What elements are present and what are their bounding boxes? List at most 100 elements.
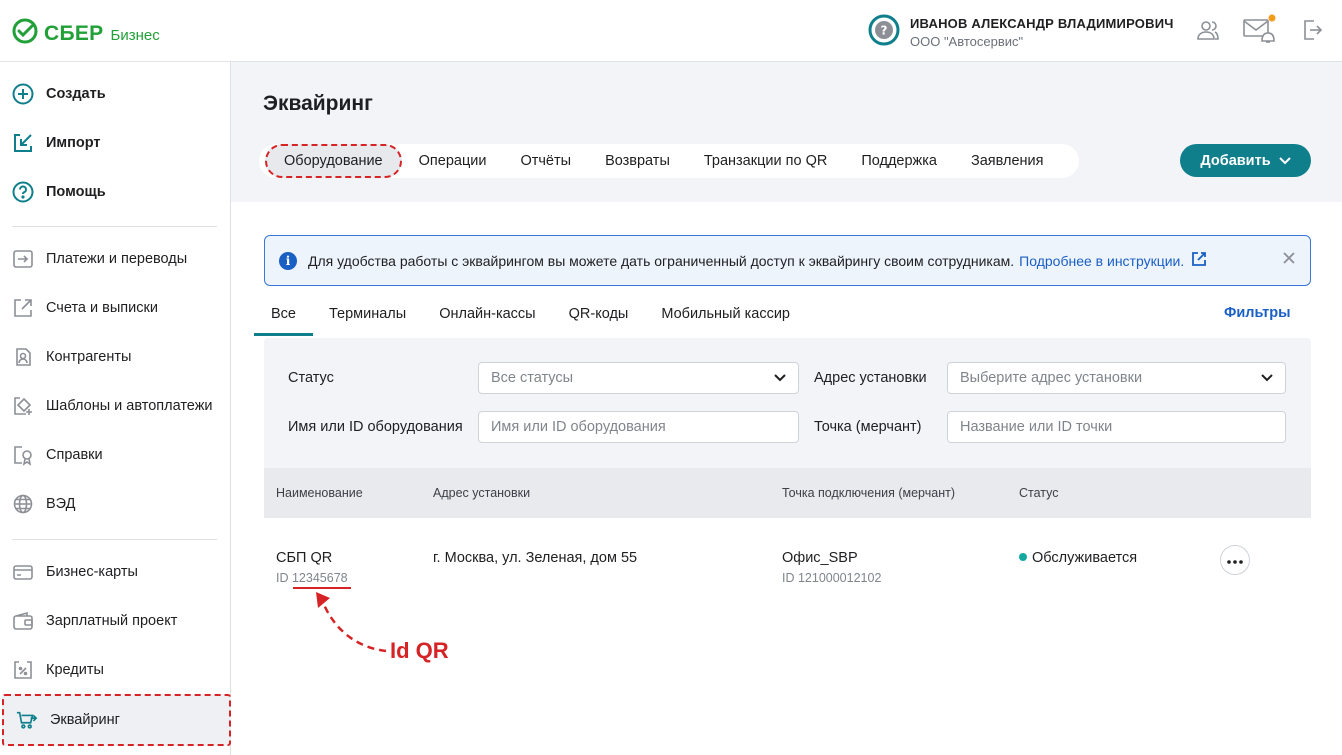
column-header-name: Наименование <box>276 486 363 500</box>
logo-subtext: Бизнес <box>110 26 160 44</box>
help-circle-icon: ? <box>868 14 900 51</box>
tab-support[interactable]: Поддержка <box>844 144 954 178</box>
annotation-label: Id QR <box>390 638 449 663</box>
address-select[interactable]: Выберите адрес установки <box>947 362 1286 394</box>
sidebar-item-label: Справки <box>46 447 103 463</box>
equipment-id-prefix: ID <box>276 571 289 585</box>
more-dots-icon <box>1227 551 1243 569</box>
page-header-band: Эквайринг Оборудование Операции Отчёты В… <box>231 62 1342 202</box>
subtab-online-registers[interactable]: Онлайн-кассы <box>439 294 535 336</box>
sidebar-item-statements[interactable]: Счета и выписки <box>0 288 230 328</box>
chevron-down-icon <box>774 370 786 386</box>
add-button[interactable]: Добавить <box>1180 144 1311 177</box>
merchant-input-placeholder: Название или ID точки <box>960 419 1113 435</box>
sber-business-logo[interactable]: СБЕР Бизнес <box>12 18 160 49</box>
address-cell: г. Москва, ул. Зеленая, дом 55 <box>433 550 638 566</box>
column-header-status: Статус <box>1019 486 1059 500</box>
sidebar-item-help[interactable]: Помощь <box>0 172 230 212</box>
sidebar-item-contractors[interactable]: Контрагенты <box>0 337 230 377</box>
svg-text:?: ? <box>881 24 888 38</box>
sidebar-item-templates[interactable]: Шаблоны и автоплатежи <box>0 386 230 426</box>
user-profile[interactable]: ? ИВАНОВ АЛЕКСАНДР ВЛАДИМИРОВИЧ ООО "Авт… <box>868 14 1174 51</box>
equipment-input-placeholder: Имя или ID оборудования <box>491 419 666 435</box>
tab-equipment[interactable]: Оборудование <box>265 144 402 178</box>
column-header-address: Адрес установки <box>433 486 531 500</box>
mail-bell-icon[interactable] <box>1242 14 1278 49</box>
merchant-input[interactable]: Название или ID точки <box>947 411 1286 443</box>
filter-panel: Статус Все статусы Адрес установки Выбер… <box>264 338 1311 468</box>
info-text: Для удобства работы с эквайрингом вы мож… <box>308 252 1015 269</box>
tab-applications[interactable]: Заявления <box>954 144 1061 178</box>
subtab-mobile-cashier[interactable]: Мобильный кассир <box>661 294 790 336</box>
sidebar-item-payments[interactable]: Платежи и переводы <box>0 239 230 279</box>
templates-icon <box>12 395 34 417</box>
external-link-icon[interactable] <box>1191 251 1207 270</box>
sidebar-item-business-cards[interactable]: Бизнес-карты <box>0 552 230 592</box>
percent-doc-icon <box>12 659 34 681</box>
status-label: Статус <box>288 370 334 386</box>
equipment-id: 12345678 <box>291 571 348 585</box>
tab-qr-transactions[interactable]: Транзакции по QR <box>687 144 844 178</box>
status-select[interactable]: Все статусы <box>478 362 799 394</box>
sidebar-item-salary-project[interactable]: Зарплатный проект <box>0 601 230 641</box>
logout-icon[interactable] <box>1300 18 1324 47</box>
transfer-icon <box>12 248 34 270</box>
acquiring-cart-icon <box>16 709 38 731</box>
sidebar-item-import[interactable]: Импорт <box>0 123 230 163</box>
sidebar-item-label: Помощь <box>46 184 106 200</box>
sidebar-item-label: Эквайринг <box>50 712 120 728</box>
wallet-icon <box>12 610 34 632</box>
table-row[interactable]: СБП QR ID 12345678 г. Москва, ул. Зелена… <box>264 518 1311 618</box>
filters-link[interactable]: Фильтры <box>1224 305 1290 321</box>
top-header: СБЕР Бизнес ? ИВАНОВ АЛЕКСАНДР ВЛАДИМИРО… <box>0 0 1342 62</box>
sidebar-item-certificates[interactable]: Справки <box>0 435 230 475</box>
plus-circle-icon <box>12 83 34 105</box>
logo-text: СБЕР <box>44 21 104 45</box>
address-label: Адрес установки <box>814 370 927 386</box>
merchant-name: Офис_SBP <box>782 550 858 566</box>
sidebar-item-label: Платежи и переводы <box>46 251 188 267</box>
contractors-icon <box>12 346 34 368</box>
certificates-icon <box>12 444 34 466</box>
column-header-merchant: Точка подключения (мерчант) <box>782 486 955 500</box>
sidebar-item-label: Счета и выписки <box>46 300 158 316</box>
sidebar-item-acquiring[interactable]: Эквайринг <box>2 694 231 746</box>
equipment-input[interactable]: Имя или ID оборудования <box>478 411 799 443</box>
sidebar-item-label: Кредиты <box>46 662 104 678</box>
info-icon: i <box>279 251 297 270</box>
subtab-all[interactable]: Все <box>254 294 313 336</box>
chevron-down-icon <box>1278 153 1291 169</box>
tab-reports[interactable]: Отчёты <box>503 144 588 178</box>
equipment-label: Имя или ID оборудования <box>288 419 463 435</box>
status-cell: Обслуживается <box>1019 550 1137 566</box>
instruction-link[interactable]: Подробнее в инструкции. <box>1019 253 1184 269</box>
equipment-name-cell: СБП QR ID 12345678 <box>276 550 348 585</box>
chevron-down-icon <box>1261 370 1273 386</box>
sidebar-divider <box>12 226 217 227</box>
sidebar-item-label: Создать <box>46 86 106 102</box>
sidebar-item-credits[interactable]: Кредиты <box>0 650 230 690</box>
import-icon <box>12 132 34 154</box>
sidebar-item-label: Контрагенты <box>46 349 132 365</box>
row-more-button[interactable] <box>1220 545 1250 575</box>
annotation-arrow-icon <box>316 592 387 653</box>
page-title: Эквайринг <box>263 92 373 115</box>
sidebar-item-label: Зарплатный проект <box>46 613 178 629</box>
subtab-terminals[interactable]: Терминалы <box>329 294 406 336</box>
sidebar-divider <box>12 539 217 540</box>
tab-operations[interactable]: Операции <box>402 144 504 178</box>
sidebar-item-create[interactable]: Создать <box>0 74 230 114</box>
user-organization: ООО "Автосервис" <box>910 34 1024 49</box>
globe-icon <box>12 493 34 515</box>
tab-returns[interactable]: Возвраты <box>588 144 687 178</box>
equipment-name: СБП QR <box>276 550 333 566</box>
subtab-qr-codes[interactable]: QR-коды <box>569 294 629 336</box>
merchant-id: ID 121000012102 <box>782 571 882 585</box>
users-icon[interactable] <box>1196 18 1220 47</box>
status-select-value: Все статусы <box>491 370 574 386</box>
close-icon[interactable] <box>1282 251 1296 268</box>
equipment-id-line: ID 12345678 <box>276 571 348 585</box>
equipment-type-tabs: Все Терминалы Онлайн-кассы QR-коды Мобил… <box>254 294 823 336</box>
statement-icon <box>12 297 34 319</box>
sidebar-item-ved[interactable]: ВЭД <box>0 484 230 524</box>
